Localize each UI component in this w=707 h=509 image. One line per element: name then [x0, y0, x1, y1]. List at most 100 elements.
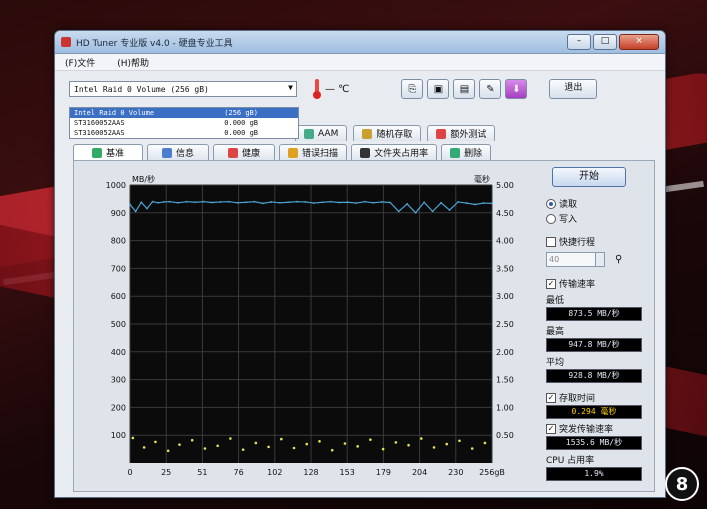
y-tick-left: 900 — [111, 209, 126, 218]
burst-rate-row[interactable]: ✓ 突发传输速率 — [546, 422, 650, 435]
access-time-point — [419, 437, 423, 440]
options-icon[interactable]: ✎ — [479, 79, 502, 99]
burst-rate-value: 1535.6 MB/秒 — [546, 436, 642, 450]
tab-error-scan[interactable]: 错误扫描 — [279, 144, 348, 160]
link-icon[interactable]: ⚲ — [615, 254, 622, 265]
tab-random-access[interactable]: 随机存取 — [353, 125, 422, 141]
error-scan-icon — [288, 147, 299, 158]
title-bar[interactable]: HD Tuner 专业版 v4.0 - 硬盘专业工具 – □ × — [55, 31, 665, 54]
tab-label: 基准 — [106, 149, 125, 159]
shortstroke-spinner[interactable]: 40 ⚲ — [546, 252, 650, 267]
close-button[interactable]: × — [619, 34, 659, 50]
read-radio[interactable] — [546, 198, 556, 209]
dropdown-option[interactable]: Intel Raid 0 Volume (256 gB) — [70, 108, 298, 118]
max-label: 最高 — [546, 327, 565, 337]
y-tick-left: 200 — [111, 403, 126, 412]
access-time-point — [254, 441, 258, 445]
tab-speaker[interactable]: AAM — [295, 125, 348, 141]
x-tick-label: 256gB — [479, 468, 505, 477]
y-tick-right: 2.00 — [496, 348, 514, 357]
access-time-checkbox[interactable]: ✓ — [546, 392, 556, 403]
health-icon — [228, 147, 239, 158]
transfer-rate-point — [474, 203, 476, 206]
tab-health[interactable]: 健康 — [213, 144, 276, 160]
y-tick-right: 4.00 — [496, 237, 514, 246]
transfer-rate-point — [389, 201, 392, 204]
transfer-rate-point — [236, 201, 239, 204]
menu-bar: (F)文件 (H)帮助 — [55, 54, 665, 71]
tab-info[interactable]: 信息 — [147, 144, 210, 160]
menu-help[interactable]: (H)帮助 — [117, 56, 149, 69]
copy-text-icon[interactable]: ⎘ — [401, 79, 424, 99]
shortstroke-checkbox[interactable] — [546, 236, 556, 247]
exit-button[interactable]: 退出 — [549, 79, 598, 99]
tab-extra-test[interactable]: 额外测试 — [427, 125, 496, 141]
y-tick-left: 800 — [111, 237, 126, 246]
transfer-rate-point — [295, 200, 298, 203]
y-tick-left: 500 — [111, 320, 126, 329]
burst-rate-checkbox[interactable]: ✓ — [546, 423, 556, 434]
tab-erase[interactable]: 删除 — [441, 144, 492, 160]
write-radio-row[interactable]: 写入 — [546, 212, 650, 225]
y-tick-left: 300 — [111, 376, 126, 385]
transfer-rate-point — [312, 202, 315, 204]
y-tick-left: 600 — [111, 292, 126, 301]
min-value: 873.5 MB/秒 — [546, 307, 642, 321]
tab-folder-usage[interactable]: 文件夹占用率 — [351, 144, 438, 160]
shortstroke-value[interactable]: 40 — [546, 252, 596, 267]
y-axis-label-left: MB/秒 — [132, 174, 155, 184]
chevron-down-icon[interactable]: ▼ — [288, 83, 293, 92]
transfer-rate-point — [202, 200, 205, 203]
save-icon[interactable]: ▤ — [453, 79, 476, 99]
dropdown-option[interactable]: ST3160052AAS 0.000 gB — [70, 128, 298, 138]
transfer-rate-row[interactable]: ✓ 传输速率 — [546, 277, 650, 290]
copy-image-icon[interactable]: ▣ — [427, 79, 450, 99]
x-tick-label: 179 — [376, 468, 391, 477]
download-icon[interactable]: ⬇ — [505, 79, 528, 99]
tab-row-lower: 基准 信息 健康 错误扫描 文件夹占用率 删除 — [73, 144, 492, 160]
access-time-point — [178, 443, 181, 446]
access-time-row[interactable]: ✓ 存取时间 — [546, 391, 650, 404]
access-time-point — [458, 439, 461, 443]
chart-canvas: 1000 5.00900 4.50800 4.00700 3.50600 3.00500 2… — [106, 174, 514, 477]
transfer-rate-point — [423, 201, 426, 204]
transfer-rate-point — [397, 210, 400, 213]
read-radio-row[interactable]: 读取 — [546, 197, 650, 210]
tab-row-upper: AAM 随机存取 额外测试 — [295, 125, 496, 141]
transfer-rate-point — [194, 201, 196, 204]
tab-label: 额外测试 — [450, 130, 487, 140]
access-time-point — [229, 437, 232, 440]
app-icon — [61, 37, 71, 47]
speaker-icon — [304, 128, 314, 139]
write-radio[interactable] — [546, 213, 556, 224]
access-time-label: 存取时间 — [559, 394, 596, 404]
dropdown-option[interactable]: ST3160052AAS 0.000 gB — [70, 118, 298, 128]
transfer-rate-point — [482, 202, 485, 204]
transfer-rate-point — [491, 202, 493, 205]
tab-label: 信息 — [176, 149, 195, 159]
transfer-rate-point — [151, 200, 154, 203]
shortstroke-row[interactable]: 快捷行程 — [546, 235, 650, 248]
access-time-point — [166, 449, 170, 453]
transfer-rate-point — [262, 202, 264, 205]
access-time-point — [203, 447, 207, 450]
x-tick-label: 102 — [267, 468, 282, 477]
transfer-rate-point — [346, 201, 349, 204]
access-time-point — [305, 442, 309, 446]
spinner-arrows[interactable] — [596, 252, 605, 267]
tab-label: 随机存取 — [376, 130, 413, 140]
cpu-label: CPU 占用率 — [546, 456, 595, 466]
tab-benchmark[interactable]: 基准 — [73, 144, 144, 160]
x-tick-label: 76 — [234, 468, 244, 477]
drive-select[interactable]: Intel Raid 0 Volume (256 gB) ▼ — [69, 81, 297, 97]
benchmark-panel: 1000 5.00 900 4.50 800 4.00 700 3.50 600 3.00 500 2… — [73, 160, 655, 492]
minimize-button[interactable]: – — [567, 34, 591, 50]
start-button[interactable]: 开始 — [552, 167, 626, 187]
menu-file[interactable]: (F)文件 — [65, 56, 95, 69]
control-panel: 开始 读取 写入 快捷行程 40 ⚲ ✓ 传输速率 最低 873.5 MB/秒 … — [546, 167, 650, 481]
transfer-rate-point — [457, 201, 459, 203]
transfer-rate-checkbox[interactable]: ✓ — [546, 278, 556, 289]
access-time-point — [154, 440, 157, 444]
transfer-rate-point — [177, 201, 179, 204]
maximize-button[interactable]: □ — [593, 34, 617, 50]
